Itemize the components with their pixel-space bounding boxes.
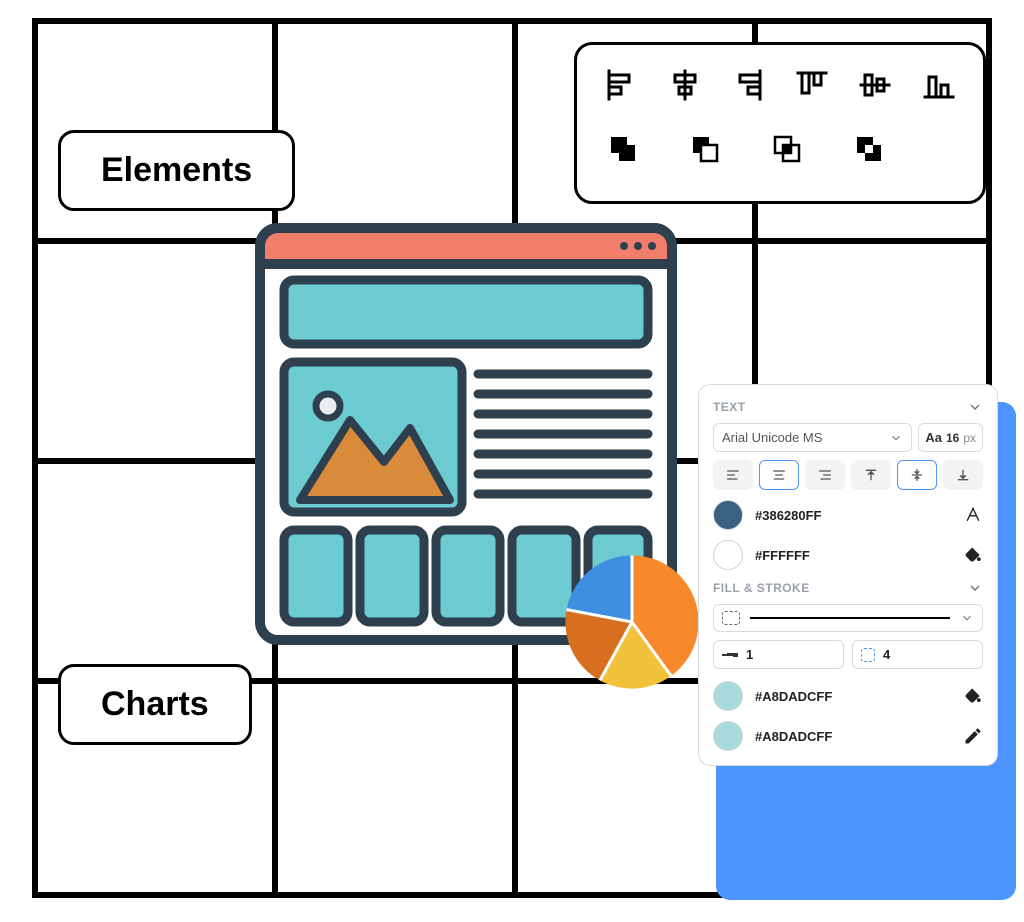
text-color-icon <box>963 505 983 525</box>
stroke-color-row[interactable]: #A8DADCFF <box>713 721 983 751</box>
stroke-style-select[interactable] <box>713 604 983 632</box>
stroke-color-hex: #A8DADCFF <box>755 729 832 744</box>
tag-charts: Charts <box>58 664 252 745</box>
text-color-hex: #386280FF <box>755 508 822 523</box>
align-left-icon[interactable] <box>599 63 643 107</box>
fill-bucket-icon <box>963 686 983 706</box>
tag-elements: Elements <box>58 130 295 211</box>
font-family-select[interactable]: Arial Unicode MS <box>713 423 912 452</box>
toolbar-row-align <box>599 63 961 107</box>
fill-stroke-label: FILL & STROKE <box>713 581 810 595</box>
boolean-union-icon[interactable] <box>601 127 645 171</box>
fill-bucket-icon <box>963 545 983 565</box>
stroke-dash-icon <box>722 611 740 625</box>
text-align-left-button[interactable] <box>713 460 753 490</box>
corner-radius-value: 4 <box>883 647 890 662</box>
properties-panel: TEXT Arial Unicode MS Aa 16 px <box>698 384 998 766</box>
text-align-center-button[interactable] <box>759 460 799 490</box>
font-size-glyph: Aa <box>925 430 942 445</box>
stroke-color-swatch <box>713 721 743 751</box>
stroke-width-value: 1 <box>746 647 753 662</box>
tag-elements-label: Elements <box>101 151 252 189</box>
text-color-row[interactable]: #386280FF <box>713 500 983 530</box>
chevron-down-icon <box>889 431 903 445</box>
text-bg-color-row[interactable]: #FFFFFF <box>713 540 983 570</box>
align-bottom-icon[interactable] <box>917 63 961 107</box>
fill-stroke-section-header[interactable]: FILL & STROKE <box>713 580 983 596</box>
align-right-icon[interactable] <box>726 63 770 107</box>
text-bg-hex: #FFFFFF <box>755 548 810 563</box>
text-section-header[interactable]: TEXT <box>713 399 983 415</box>
align-middle-vertical-icon[interactable] <box>853 63 897 107</box>
text-valign-middle-button[interactable] <box>897 460 937 490</box>
text-align-row <box>713 460 983 490</box>
text-valign-bottom-button[interactable] <box>943 460 983 490</box>
stroke-width-icon <box>722 648 738 662</box>
align-center-horizontal-icon[interactable] <box>663 63 707 107</box>
text-section-label: TEXT <box>713 400 746 414</box>
font-size-unit: px <box>963 431 976 445</box>
edit-pencil-icon <box>963 726 983 746</box>
font-size-value: 16 <box>946 431 959 445</box>
fill-color-hex: #A8DADCFF <box>755 689 832 704</box>
chevron-down-icon <box>960 611 974 625</box>
stroke-preview-line <box>750 617 950 619</box>
chevron-down-icon <box>967 399 983 415</box>
toolbar-row-boolean <box>599 127 961 171</box>
tag-charts-label: Charts <box>101 685 209 723</box>
stroke-width-field[interactable]: 1 <box>713 640 844 669</box>
corner-radius-field[interactable]: 4 <box>852 640 983 669</box>
font-family-value: Arial Unicode MS <box>722 430 822 445</box>
text-bg-swatch <box>713 540 743 570</box>
align-boolean-toolbar <box>574 42 986 204</box>
boolean-subtract-icon[interactable] <box>683 127 727 171</box>
pie-chart-illustration <box>558 548 706 696</box>
chevron-down-icon <box>967 580 983 596</box>
fill-color-row[interactable]: #A8DADCFF <box>713 681 983 711</box>
text-align-right-button[interactable] <box>805 460 845 490</box>
text-valign-top-button[interactable] <box>851 460 891 490</box>
corner-radius-icon <box>861 648 875 662</box>
boolean-intersect-icon[interactable] <box>765 127 809 171</box>
font-size-field[interactable]: Aa 16 px <box>918 423 983 452</box>
align-top-icon[interactable] <box>790 63 834 107</box>
boolean-exclude-icon[interactable] <box>847 127 891 171</box>
text-color-swatch <box>713 500 743 530</box>
fill-color-swatch <box>713 681 743 711</box>
